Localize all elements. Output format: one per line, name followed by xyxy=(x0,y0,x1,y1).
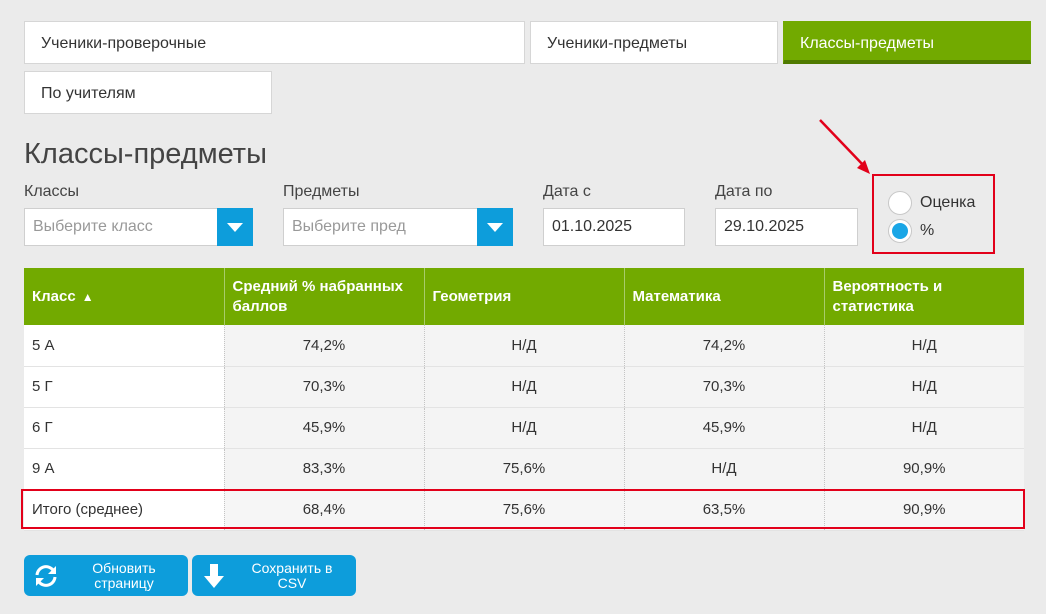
results-table: Класс ▲ Средний % набранных баллов Геомет… xyxy=(24,268,1024,531)
total-avg: 68,4% xyxy=(224,489,425,531)
cell-avg: 70,3% xyxy=(224,366,425,408)
subjects-select[interactable]: Выберите пред xyxy=(283,208,513,246)
table-row: 9 А 83,3% 75,6% Н/Д 90,9% xyxy=(24,448,1024,490)
header-geometry[interactable]: Геометрия xyxy=(424,268,625,325)
header-math[interactable]: Математика xyxy=(624,268,825,325)
page-title: Классы-предметы xyxy=(24,138,267,170)
date-to-label: Дата по xyxy=(715,183,773,200)
cell-geometry: Н/Д xyxy=(424,407,625,449)
total-geometry: 75,6% xyxy=(424,489,625,531)
classes-select[interactable]: Выберите класс xyxy=(24,208,253,246)
cell-geometry: Н/Д xyxy=(424,366,625,408)
cell-class: 9 А xyxy=(24,448,225,490)
table-row: 6 Г 45,9% Н/Д 45,9% Н/Д xyxy=(24,407,1024,449)
total-math: 63,5% xyxy=(624,489,825,531)
radio-percent-label: % xyxy=(920,222,935,239)
cell-class: 5 А xyxy=(24,325,225,367)
tab-classes-subjects[interactable]: Классы-предметы xyxy=(783,21,1031,64)
subjects-label: Предметы xyxy=(283,183,360,200)
cell-avg: 74,2% xyxy=(224,325,425,367)
cell-class: 6 Г xyxy=(24,407,225,449)
annotation-arrow-icon xyxy=(819,119,870,174)
header-class-label: Класс xyxy=(32,287,76,305)
save-csv-button[interactable]: Сохранить в CSV xyxy=(192,555,356,596)
classes-placeholder: Выберите класс xyxy=(33,218,153,235)
date-from-label: Дата с xyxy=(543,183,591,200)
radio-circle-grade[interactable] xyxy=(888,191,912,215)
radio-grade-label: Оценка xyxy=(920,194,976,211)
cell-avg: 83,3% xyxy=(224,448,425,490)
table-row: 5 А 74,2% Н/Д 74,2% Н/Д xyxy=(24,325,1024,367)
cell-probability: 90,9% xyxy=(824,448,1024,490)
header-class[interactable]: Класс ▲ xyxy=(24,268,225,325)
tab-students-subjects[interactable]: Ученики-предметы xyxy=(530,21,778,64)
cell-geometry: 75,6% xyxy=(424,448,625,490)
chevron-down-icon xyxy=(487,222,503,232)
cell-geometry: Н/Д xyxy=(424,325,625,367)
tab-by-teachers[interactable]: По учителям xyxy=(24,71,272,114)
radio-grade[interactable]: Оценка xyxy=(888,191,975,215)
subjects-placeholder: Выберите пред xyxy=(292,218,406,235)
cell-probability: Н/Д xyxy=(824,407,1024,449)
table-total-row: Итого (среднее) 68,4% 75,6% 63,5% 90,9% xyxy=(24,489,1024,531)
cell-probability: Н/Д xyxy=(824,325,1024,367)
header-avg[interactable]: Средний % набранных баллов xyxy=(224,268,425,325)
subjects-dropdown-button[interactable] xyxy=(477,208,513,246)
date-from-input[interactable]: 01.10.2025 xyxy=(543,208,685,246)
cell-math: 45,9% xyxy=(624,407,825,449)
cell-avg: 45,9% xyxy=(224,407,425,449)
header-probability[interactable]: Вероятность и статистика xyxy=(824,268,1024,325)
radio-selected-dot xyxy=(892,223,908,239)
total-probability: 90,9% xyxy=(824,489,1024,531)
radio-percent[interactable]: % xyxy=(888,219,934,243)
table-row: 5 Г 70,3% Н/Д 70,3% Н/Д xyxy=(24,366,1024,408)
refresh-label: Обновить страницу xyxy=(92,559,156,591)
tab-students-tests[interactable]: Ученики-проверочные xyxy=(24,21,525,64)
table-header-row: Класс ▲ Средний % набранных баллов Геомет… xyxy=(24,268,1024,325)
cell-class: 5 Г xyxy=(24,366,225,408)
radio-circle-percent[interactable] xyxy=(888,219,912,243)
cell-math: Н/Д xyxy=(624,448,825,490)
refresh-icon xyxy=(24,562,68,590)
cell-math: 74,2% xyxy=(624,325,825,367)
cell-probability: Н/Д xyxy=(824,366,1024,408)
chevron-down-icon xyxy=(227,222,243,232)
date-to-input[interactable]: 29.10.2025 xyxy=(715,208,858,246)
refresh-button[interactable]: Обновить страницу xyxy=(24,555,188,596)
save-csv-label: Сохранить в CSV xyxy=(251,559,333,591)
classes-dropdown-button[interactable] xyxy=(217,208,253,246)
total-label: Итого (среднее) xyxy=(24,489,225,531)
download-arrow-icon xyxy=(192,562,236,590)
classes-label: Классы xyxy=(24,183,80,200)
sort-asc-icon: ▲ xyxy=(81,289,94,304)
cell-math: 70,3% xyxy=(624,366,825,408)
view-mode-group: Оценка % xyxy=(872,174,995,254)
